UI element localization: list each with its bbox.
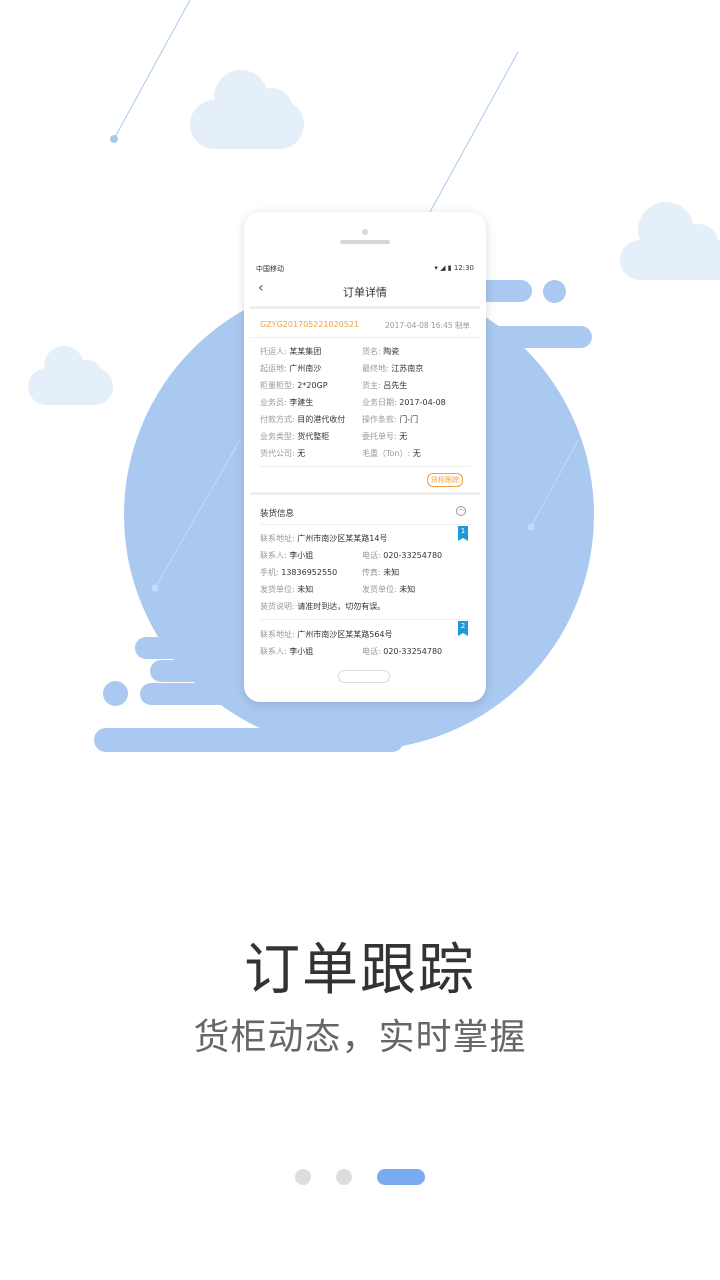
status-icons: ▾ ◢ ▮ 12:30 bbox=[434, 264, 474, 272]
field-terms: 操作条款: 门-门 bbox=[362, 415, 419, 424]
entry-index-badge: 1 bbox=[458, 526, 468, 541]
field-business-date: 业务日期: 2017-04-08 bbox=[362, 398, 446, 407]
page-dot-2[interactable] bbox=[336, 1169, 352, 1185]
battery-icon: ▮ bbox=[447, 264, 452, 272]
entry-index-badge: 2 bbox=[458, 621, 468, 636]
entry-shipper: 发货单位: 未知 bbox=[260, 585, 314, 594]
field-gross-weight: 毛重（Ton）: 无 bbox=[362, 449, 421, 458]
field-goods: 货名: 陶瓷 bbox=[362, 347, 400, 356]
track-container-button[interactable]: 货柜跟踪 bbox=[427, 473, 463, 487]
field-owner: 货主: 吕先生 bbox=[362, 381, 408, 390]
divider bbox=[260, 466, 470, 467]
field-destination: 最终地: 江苏南京 bbox=[362, 364, 424, 373]
entry-contact: 联系人: 李小姐 bbox=[260, 551, 314, 560]
entry-mobile: 手机: 13836952550 bbox=[260, 568, 338, 577]
divider bbox=[260, 524, 470, 525]
entry-shipper-2: 发货单位: 未知 bbox=[362, 585, 416, 594]
phone-screen: 中国移动 ▾ ◢ ▮ 12:30 ‹ 订单详情 GZYG201705221020… bbox=[250, 260, 480, 658]
signal-icon: ◢ bbox=[440, 264, 446, 272]
field-origin: 起运地: 广州南沙 bbox=[260, 364, 322, 373]
clock-label: 12:30 bbox=[453, 264, 474, 272]
field-container: 柜量柜型: 2*20GP bbox=[260, 381, 328, 390]
field-salesman: 业务员: 李建生 bbox=[260, 398, 314, 407]
entry-address: 联系地址: 广州市南沙区某某路564号 bbox=[260, 630, 393, 639]
status-bar: 中国移动 ▾ ◢ ▮ 12:30 bbox=[250, 260, 480, 276]
entry-address: 联系地址: 广州市南沙区某某路14号 bbox=[260, 534, 388, 543]
chevron-up-circle-icon[interactable]: ^ bbox=[456, 506, 466, 516]
page-subheading: 货柜动态，实时掌握 bbox=[193, 1017, 527, 1058]
entry-contact: 联系人: 李小姐 bbox=[260, 647, 314, 656]
page-dot-1[interactable] bbox=[295, 1169, 311, 1185]
phone-speaker bbox=[340, 240, 390, 244]
phone-home-button bbox=[338, 670, 390, 683]
loading-section-title: 装货信息 bbox=[260, 509, 295, 519]
page-title: 订单详情 bbox=[343, 286, 387, 299]
order-date: 2017-04-08 16:45 制单 bbox=[385, 321, 470, 330]
order-header: GZYG201705221020521 2017-04-08 16:45 制单 bbox=[250, 311, 480, 338]
field-payment: 付款方式: 目的港代收付 bbox=[260, 415, 346, 424]
field-business-type: 业务类型: 货代整柜 bbox=[260, 432, 330, 441]
phone-camera bbox=[362, 229, 368, 235]
field-entrust-no: 委托单号: 无 bbox=[362, 432, 408, 441]
carrier-label: 中国移动 bbox=[256, 265, 284, 273]
entry-note: 装货说明: 请准时到达，切勿有误。 bbox=[260, 602, 386, 611]
section-separator bbox=[250, 492, 480, 495]
page-heading: 订单跟踪 bbox=[244, 938, 476, 1003]
wifi-icon: ▾ bbox=[434, 264, 438, 272]
entry-phone: 电话: 020-33254780 bbox=[362, 551, 443, 560]
entry-fax: 传真: 未知 bbox=[362, 568, 400, 577]
order-number: GZYG201705221020521 bbox=[260, 320, 360, 329]
field-forwarder: 货代公司: 无 bbox=[260, 449, 306, 458]
entry-phone: 电话: 020-33254780 bbox=[362, 647, 443, 656]
page-dot-3-active[interactable] bbox=[377, 1169, 425, 1185]
field-shipper: 托运人: 某某集团 bbox=[260, 347, 322, 356]
nav-bar: ‹ 订单详情 bbox=[250, 276, 480, 309]
phone-mockup: 中国移动 ▾ ◢ ▮ 12:30 ‹ 订单详情 GZYG201705221020… bbox=[244, 212, 486, 702]
divider bbox=[260, 619, 470, 620]
